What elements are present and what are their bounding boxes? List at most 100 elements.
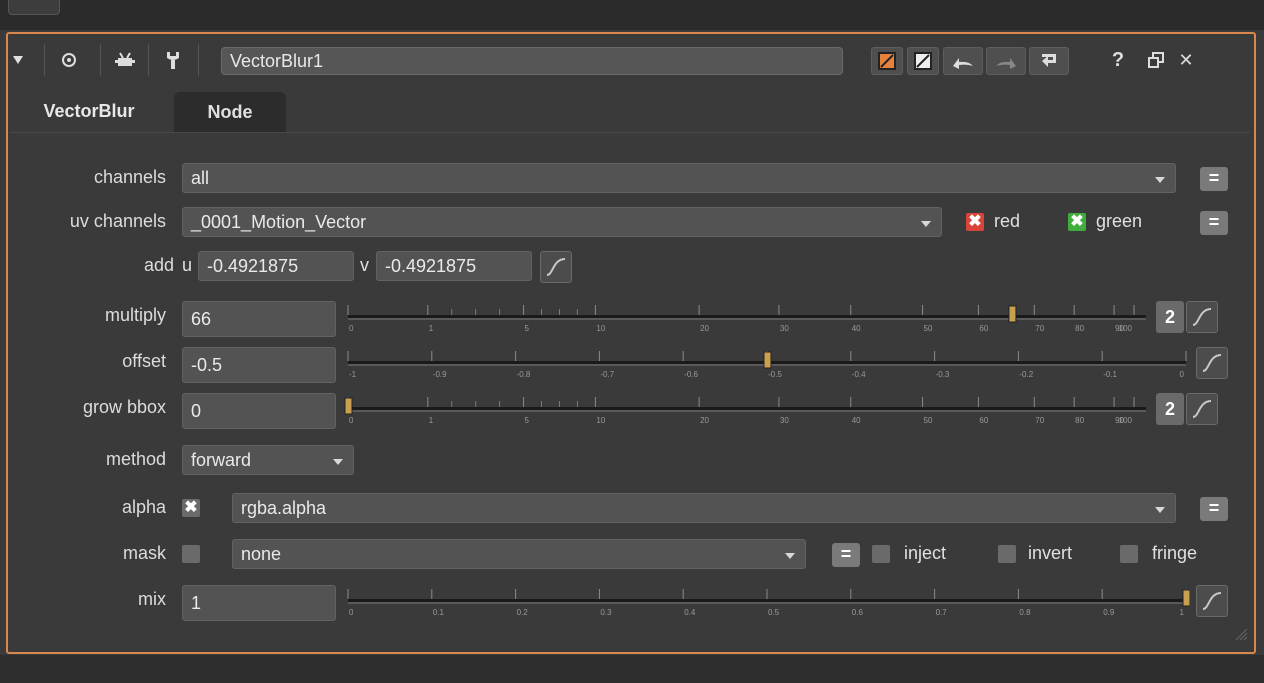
- offset-tick-label: -0.2: [1019, 370, 1033, 379]
- grow_bbox-slider-graphic[interactable]: 0 1 5 10 20 30 40 50 60 70 80 90100: [344, 389, 1150, 429]
- grow-bbox-label: grow bbox: [82, 397, 166, 417]
- resize-grip-icon[interactable]: [1234, 627, 1248, 641]
- mix-tick-label: 0.7: [936, 608, 948, 617]
- alpha-checkbox[interactable]: ✖: [182, 499, 200, 517]
- row-method: method forward: [10, 441, 1250, 477]
- revert-icon[interactable]: [1029, 47, 1069, 75]
- green-checkbox[interactable]: ✖: [1068, 213, 1086, 231]
- add-animation-curve-icon[interactable]: [540, 251, 572, 283]
- multiply-input[interactable]: 66: [182, 301, 336, 337]
- offset-tick-label: -0.9: [433, 370, 447, 379]
- add-u-label: u: [182, 255, 193, 275]
- method-value: forward: [191, 450, 252, 470]
- offset-slider[interactable]: -1 -0.9 -0.8 -0.7 -0.6 -0.5 -0.4 -0.3 -0.2 -0.1 0: [344, 343, 1190, 383]
- chevron-down-icon: [785, 553, 795, 559]
- row-mask: mask none = inject invert fringe: [10, 535, 1250, 571]
- mix-tick-label: 0.6: [852, 608, 864, 617]
- method-label: method: [105, 449, 166, 469]
- knob-area: channels all = uv channels _0001_Motion_…: [10, 132, 1250, 643]
- channels-dropdown[interactable]: all: [182, 163, 1176, 193]
- channels-link-button[interactable]: =: [1200, 167, 1228, 191]
- multiply-split-badge[interactable]: 2: [1156, 301, 1184, 333]
- bottom-strip: [0, 655, 1264, 683]
- undo-icon[interactable]: [943, 47, 983, 75]
- offset-animation-curve-icon[interactable]: [1196, 347, 1228, 379]
- grow_bbox-slider-handle[interactable]: [344, 397, 353, 415]
- properties-panel: VectorBlur1 ? ✕ VectorBlur Node channels…: [6, 32, 1256, 654]
- mix-tick-label: 0.4: [684, 608, 696, 617]
- grow-bbox-animation-curve-icon[interactable]: [1186, 393, 1218, 425]
- mask-checkbox[interactable]: [182, 545, 200, 563]
- mask-link-button[interactable]: =: [832, 543, 860, 567]
- mix-input[interactable]: 1: [182, 585, 336, 621]
- node-name-field[interactable]: VectorBlur1: [221, 47, 843, 75]
- fly-icon[interactable]: [110, 46, 140, 74]
- invert-checkbox[interactable]: [998, 545, 1016, 563]
- offset-tick-label: -0.1: [1103, 370, 1117, 379]
- offset-input[interactable]: -0.5: [182, 347, 336, 383]
- grow_bbox-tick-label: 1: [429, 416, 434, 425]
- collapse-triangle-icon[interactable]: [10, 46, 26, 74]
- multiply-slider-track[interactable]: [348, 315, 1146, 318]
- red-color-icon[interactable]: [871, 47, 903, 75]
- mix-animation-curve-icon[interactable]: [1196, 585, 1228, 617]
- multiply-slider-handle[interactable]: [1008, 305, 1017, 323]
- grow_bbox-slider-track[interactable]: [348, 407, 1146, 410]
- mix-slider[interactable]: 0 0.1 0.2 0.3 0.4 0.5 0.6 0.7 0.8 0.9 1: [344, 581, 1190, 621]
- mask-label: mask: [122, 543, 166, 563]
- tab-vectorblur[interactable]: VectorBlur: [10, 92, 168, 130]
- uv-channels-dropdown[interactable]: _0001_Motion_Vector: [182, 207, 942, 237]
- chevron-down-icon: [921, 221, 931, 227]
- offset-slider-handle[interactable]: [763, 351, 772, 369]
- invert-label: invert: [1028, 543, 1073, 563]
- grow-bbox-input[interactable]: 0: [182, 393, 336, 429]
- red-checkbox[interactable]: ✖: [966, 213, 984, 231]
- grow_bbox-tick-label: 20: [700, 416, 709, 425]
- multiply-animation-curve-icon[interactable]: [1186, 301, 1218, 333]
- multiply-slider[interactable]: 0 1 5 10 20 30 40 50 60 70 80 90 100: [344, 297, 1150, 337]
- grow_bbox-tick-label: 40: [852, 416, 861, 425]
- alpha-link-button[interactable]: =: [1200, 497, 1228, 521]
- multiply-tick-label: 50: [924, 324, 933, 333]
- close-icon[interactable]: ✕: [1174, 46, 1198, 74]
- chevron-down-icon: [1155, 177, 1165, 183]
- uv-channels-link-button[interactable]: =: [1200, 211, 1228, 235]
- add-v-input[interactable]: -0.4921875: [376, 251, 532, 281]
- mask-dropdown[interactable]: none: [232, 539, 806, 569]
- row-mix: mix 1 0 0.1 0.2 0.3 0.4 0.5 0.6 0.7 0.8 0.9 1: [10, 581, 1250, 621]
- help-icon[interactable]: ?: [1106, 46, 1130, 74]
- mix-tick-label: 1: [1180, 608, 1185, 617]
- alpha-dropdown[interactable]: rgba.alpha: [232, 493, 1176, 523]
- grow_bbox-tick-label: 80: [1075, 416, 1084, 425]
- add-u-input[interactable]: -0.4921875: [198, 251, 354, 281]
- red-label: red: [994, 211, 1021, 231]
- mix-tick-label: 0: [349, 608, 354, 617]
- top-tab-stub[interactable]: [8, 0, 60, 15]
- inject-checkbox[interactable]: [872, 545, 890, 563]
- grow_bbox-tick-label: 5: [525, 416, 530, 425]
- grow_bbox-tick-label: 30: [780, 416, 789, 425]
- mix-slider-graphic[interactable]: 0 0.1 0.2 0.3 0.4 0.5 0.6 0.7 0.8 0.9 1: [344, 581, 1190, 621]
- mix-slider-track[interactable]: [348, 599, 1186, 602]
- offset-slider-graphic[interactable]: -1 -0.9 -0.8 -0.7 -0.6 -0.5 -0.4 -0.3 -0.2 -0.1 0: [344, 343, 1190, 383]
- multiply-tick-label: 30: [780, 324, 789, 333]
- viewer-circle-icon[interactable]: [54, 46, 84, 74]
- float-icon[interactable]: [1144, 46, 1168, 74]
- offset-tick-label: -0.6: [684, 370, 698, 379]
- fringe-checkbox[interactable]: [1120, 545, 1138, 563]
- redo-icon[interactable]: [986, 47, 1026, 75]
- multiply-tick-label: 0: [349, 324, 354, 333]
- multiply-slider-graphic[interactable]: 0 1 5 10 20 30 40 50 60 70 80 90100: [344, 297, 1150, 337]
- fringe-label: fringe: [1152, 543, 1198, 563]
- offset-tick-label: -1: [349, 370, 357, 379]
- mix-slider-handle[interactable]: [1182, 589, 1190, 607]
- method-dropdown[interactable]: forward: [182, 445, 354, 475]
- multiply-tick-label: 100: [1119, 324, 1133, 333]
- tab-node[interactable]: Node: [174, 92, 286, 132]
- inject-label: inject: [904, 543, 947, 563]
- wrench-icon[interactable]: [158, 46, 188, 74]
- white-color-icon[interactable]: [907, 47, 939, 75]
- grow-bbox-slider[interactable]: 0 1 5 10 20 30 40 50 60 70 80 90 100: [344, 389, 1150, 429]
- multiply-tick-label: 60: [979, 324, 988, 333]
- grow-bbox-split-badge[interactable]: 2: [1156, 393, 1184, 425]
